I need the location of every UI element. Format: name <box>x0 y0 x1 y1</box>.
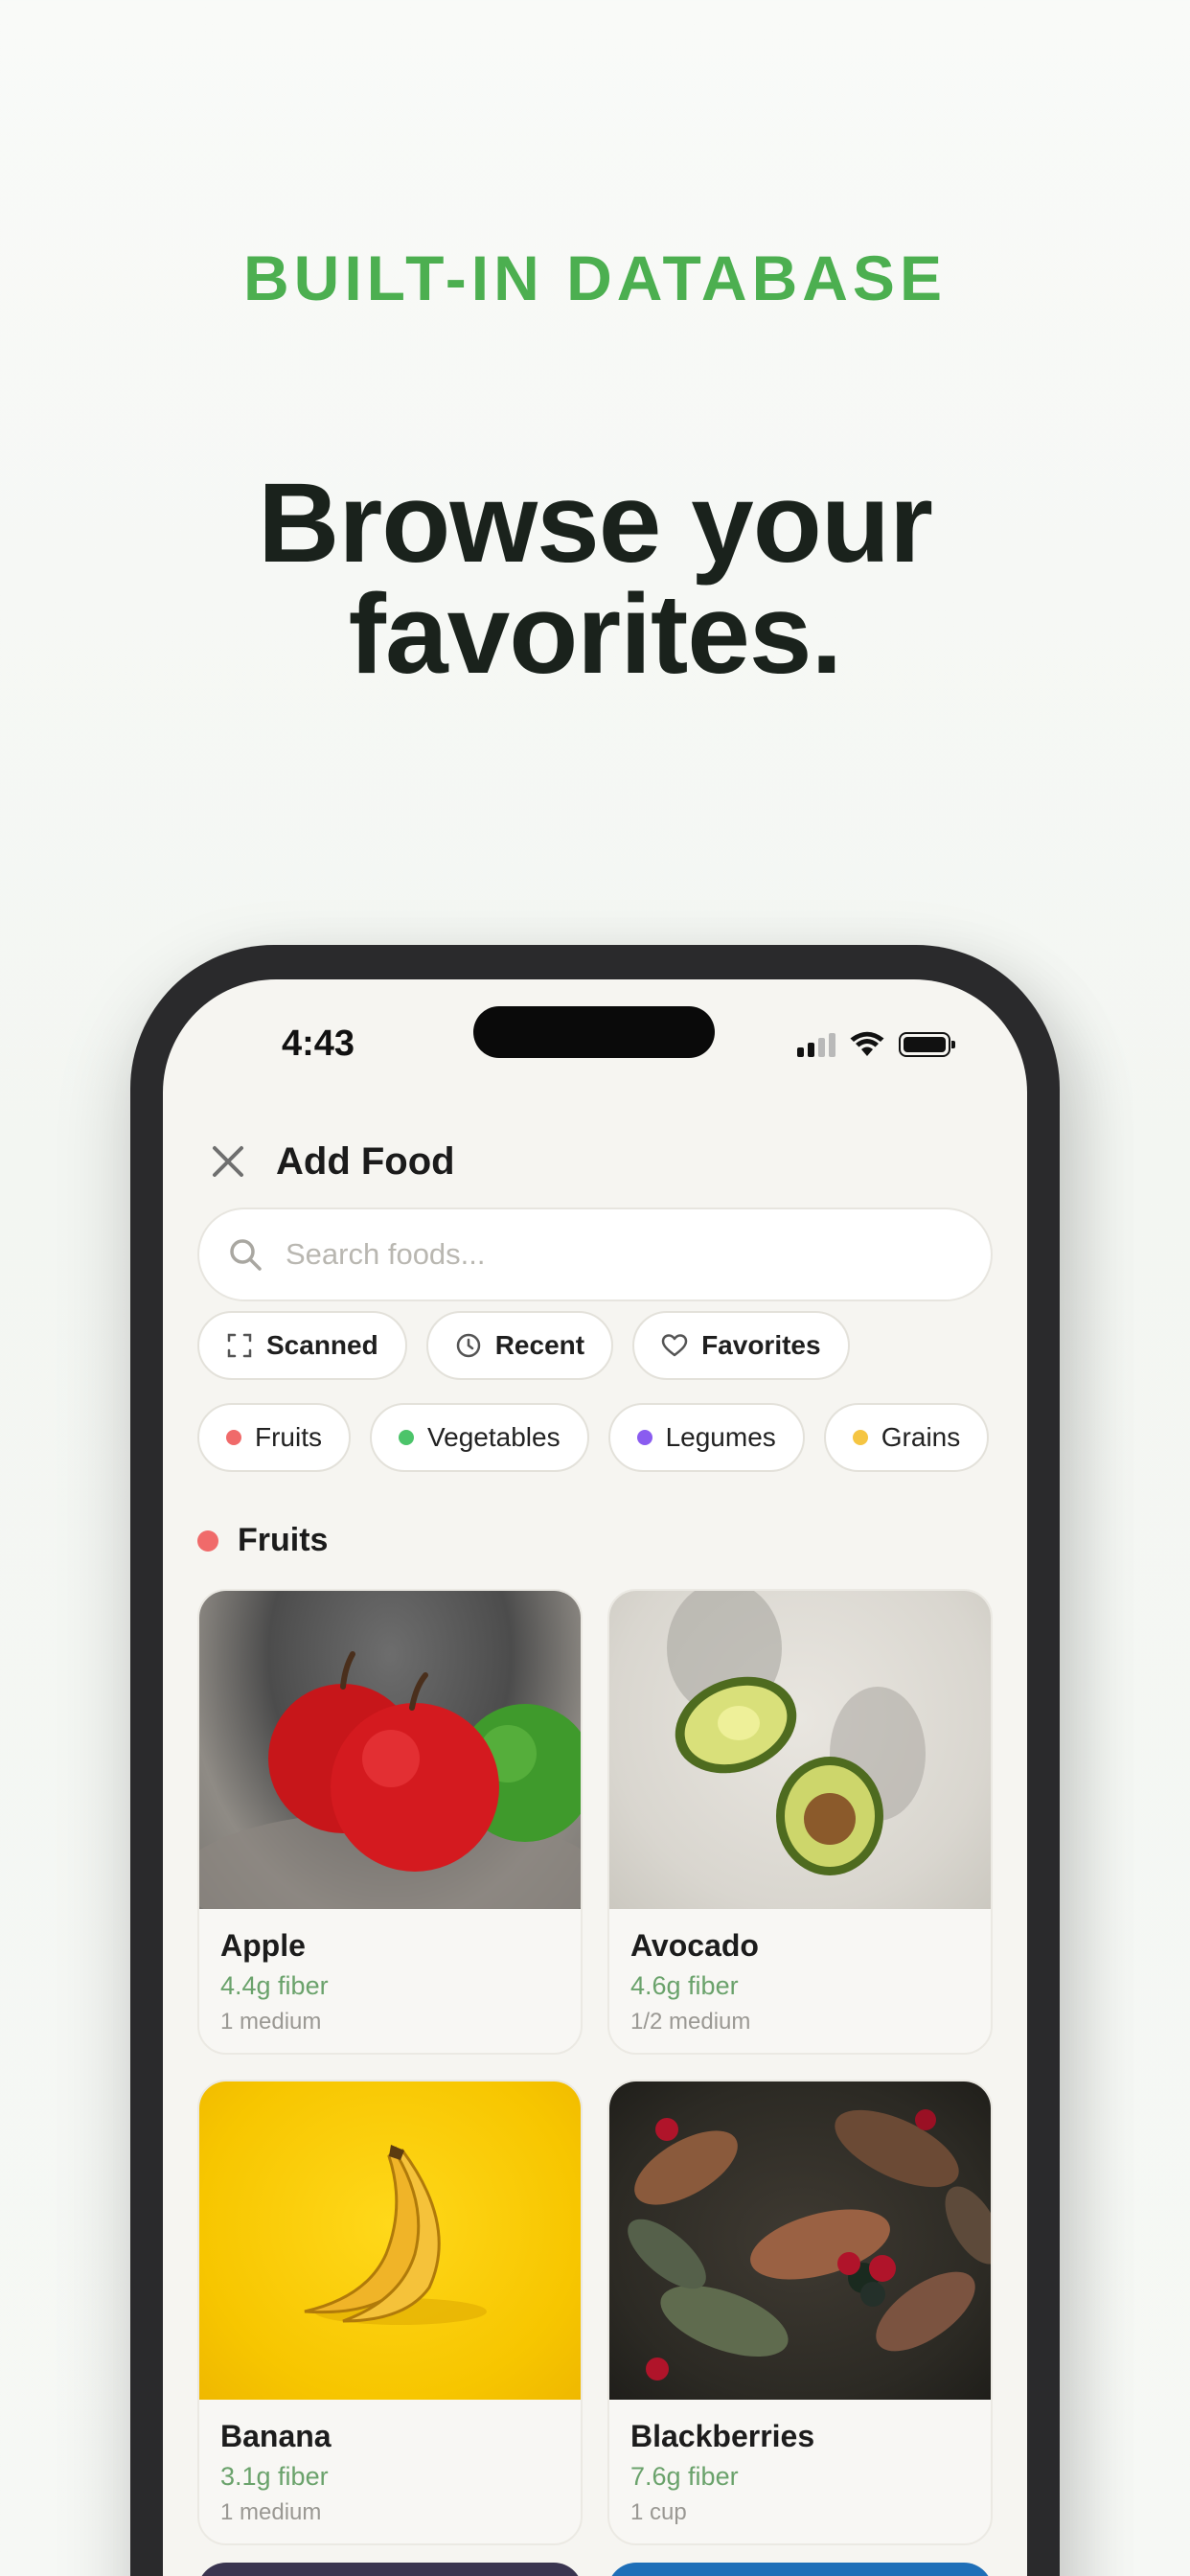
banana-image <box>199 2082 581 2400</box>
cellular-signal-icon <box>797 1032 835 1057</box>
filter-row: Scanned Recent Favorites <box>197 1311 850 1380</box>
category-dot <box>226 1430 241 1445</box>
food-card-blackberries[interactable]: Blackberries 7.6g fiber 1 cup <box>607 2080 993 2545</box>
food-info: Banana 3.1g fiber 1 medium <box>199 2400 581 2543</box>
food-name: Apple <box>220 1928 306 1963</box>
food-card-avocado[interactable]: Avocado 4.6g fiber 1/2 medium <box>607 1589 993 2055</box>
food-name: Banana <box>220 2419 332 2453</box>
category-label: Legumes <box>665 1422 776 1452</box>
search-icon <box>230 1239 262 1271</box>
heart-icon <box>661 1334 688 1357</box>
dynamic-island <box>473 1006 715 1058</box>
category-label: Vegetables <box>427 1422 561 1452</box>
next-card-peek <box>607 2563 993 2576</box>
page-title: Add Food <box>276 1139 455 1183</box>
category-grains[interactable]: Grains <box>823 1403 990 1472</box>
food-serving: 1 cup <box>630 2499 687 2525</box>
food-card-apple[interactable]: Apple 4.4g fiber 1 medium <box>197 1589 583 2055</box>
status-icons <box>797 1031 955 1058</box>
category-legumes[interactable]: Legumes <box>607 1403 805 1472</box>
filter-label: Scanned <box>266 1330 378 1360</box>
promo-headline-line-1: Browse your <box>258 460 933 586</box>
food-fiber: 7.6g fiber <box>630 2462 739 2491</box>
category-fruits[interactable]: Fruits <box>197 1403 351 1472</box>
food-serving: 1 medium <box>220 2499 322 2525</box>
phone-screen: 4:43 Add Food Search foods... Scanned Re… <box>163 979 1027 2576</box>
search-bar[interactable] <box>197 1208 993 1301</box>
category-label: Grains <box>881 1422 961 1452</box>
phone-frame: 4:43 Add Food Search foods... Scanned Re… <box>130 945 1060 2576</box>
header: Add Food <box>199 1133 455 1190</box>
food-grid: Apple 4.4g fiber 1 medium Avocado 4.6g f… <box>197 1589 993 2545</box>
section-dot <box>197 1530 218 1552</box>
status-time: 4:43 <box>282 1024 355 1064</box>
food-info: Avocado 4.6g fiber 1/2 medium <box>609 1909 991 2053</box>
filter-favorites[interactable]: Favorites <box>632 1311 850 1380</box>
section-title: Fruits <box>238 1522 329 1558</box>
apple-image <box>199 1591 581 1909</box>
next-card-peek <box>197 2563 583 2576</box>
food-info: Blackberries 7.6g fiber 1 cup <box>609 2400 991 2543</box>
filter-recent[interactable]: Recent <box>425 1311 614 1380</box>
food-fiber: 4.6g fiber <box>630 1971 739 2000</box>
food-serving: 1 medium <box>220 2009 322 2035</box>
food-fiber: 4.4g fiber <box>220 1971 329 2000</box>
category-dot <box>636 1430 652 1445</box>
section-header: Fruits <box>197 1522 328 1559</box>
wifi-icon <box>850 1031 884 1056</box>
close-icon <box>213 1146 243 1177</box>
category-row: Fruits Vegetables Legumes Grains <box>197 1403 993 1472</box>
battery-icon <box>899 1032 955 1057</box>
filter-scanned[interactable]: Scanned <box>197 1311 407 1380</box>
category-dot <box>399 1430 414 1445</box>
promo-eyebrow: BUILT-IN DATABASE <box>243 242 947 313</box>
search-input[interactable] <box>286 1237 956 1272</box>
category-label: Fruits <box>255 1422 322 1452</box>
clock-icon <box>456 1333 480 1358</box>
food-name: Blackberries <box>630 2419 815 2453</box>
avocado-image <box>609 1591 991 1909</box>
category-scroller[interactable]: Fruits Vegetables Legumes Grains <box>197 1403 993 1476</box>
category-dot <box>852 1430 868 1445</box>
close-button[interactable] <box>199 1133 257 1190</box>
food-fiber: 3.1g fiber <box>220 2462 329 2491</box>
food-card-banana[interactable]: Banana 3.1g fiber 1 medium <box>197 2080 583 2545</box>
promo-headline: Browse your favorites. <box>0 460 1190 698</box>
category-vegetables[interactable]: Vegetables <box>370 1403 589 1472</box>
food-serving: 1/2 medium <box>630 2009 751 2035</box>
promo-headline-line-2: favorites. <box>348 571 843 698</box>
food-info: Apple 4.4g fiber 1 medium <box>199 1909 581 2053</box>
food-name: Avocado <box>630 1928 759 1963</box>
filter-label: Favorites <box>701 1330 821 1360</box>
blackberries-image <box>609 2082 991 2400</box>
scan-icon <box>227 1333 252 1358</box>
filter-label: Recent <box>494 1330 585 1360</box>
